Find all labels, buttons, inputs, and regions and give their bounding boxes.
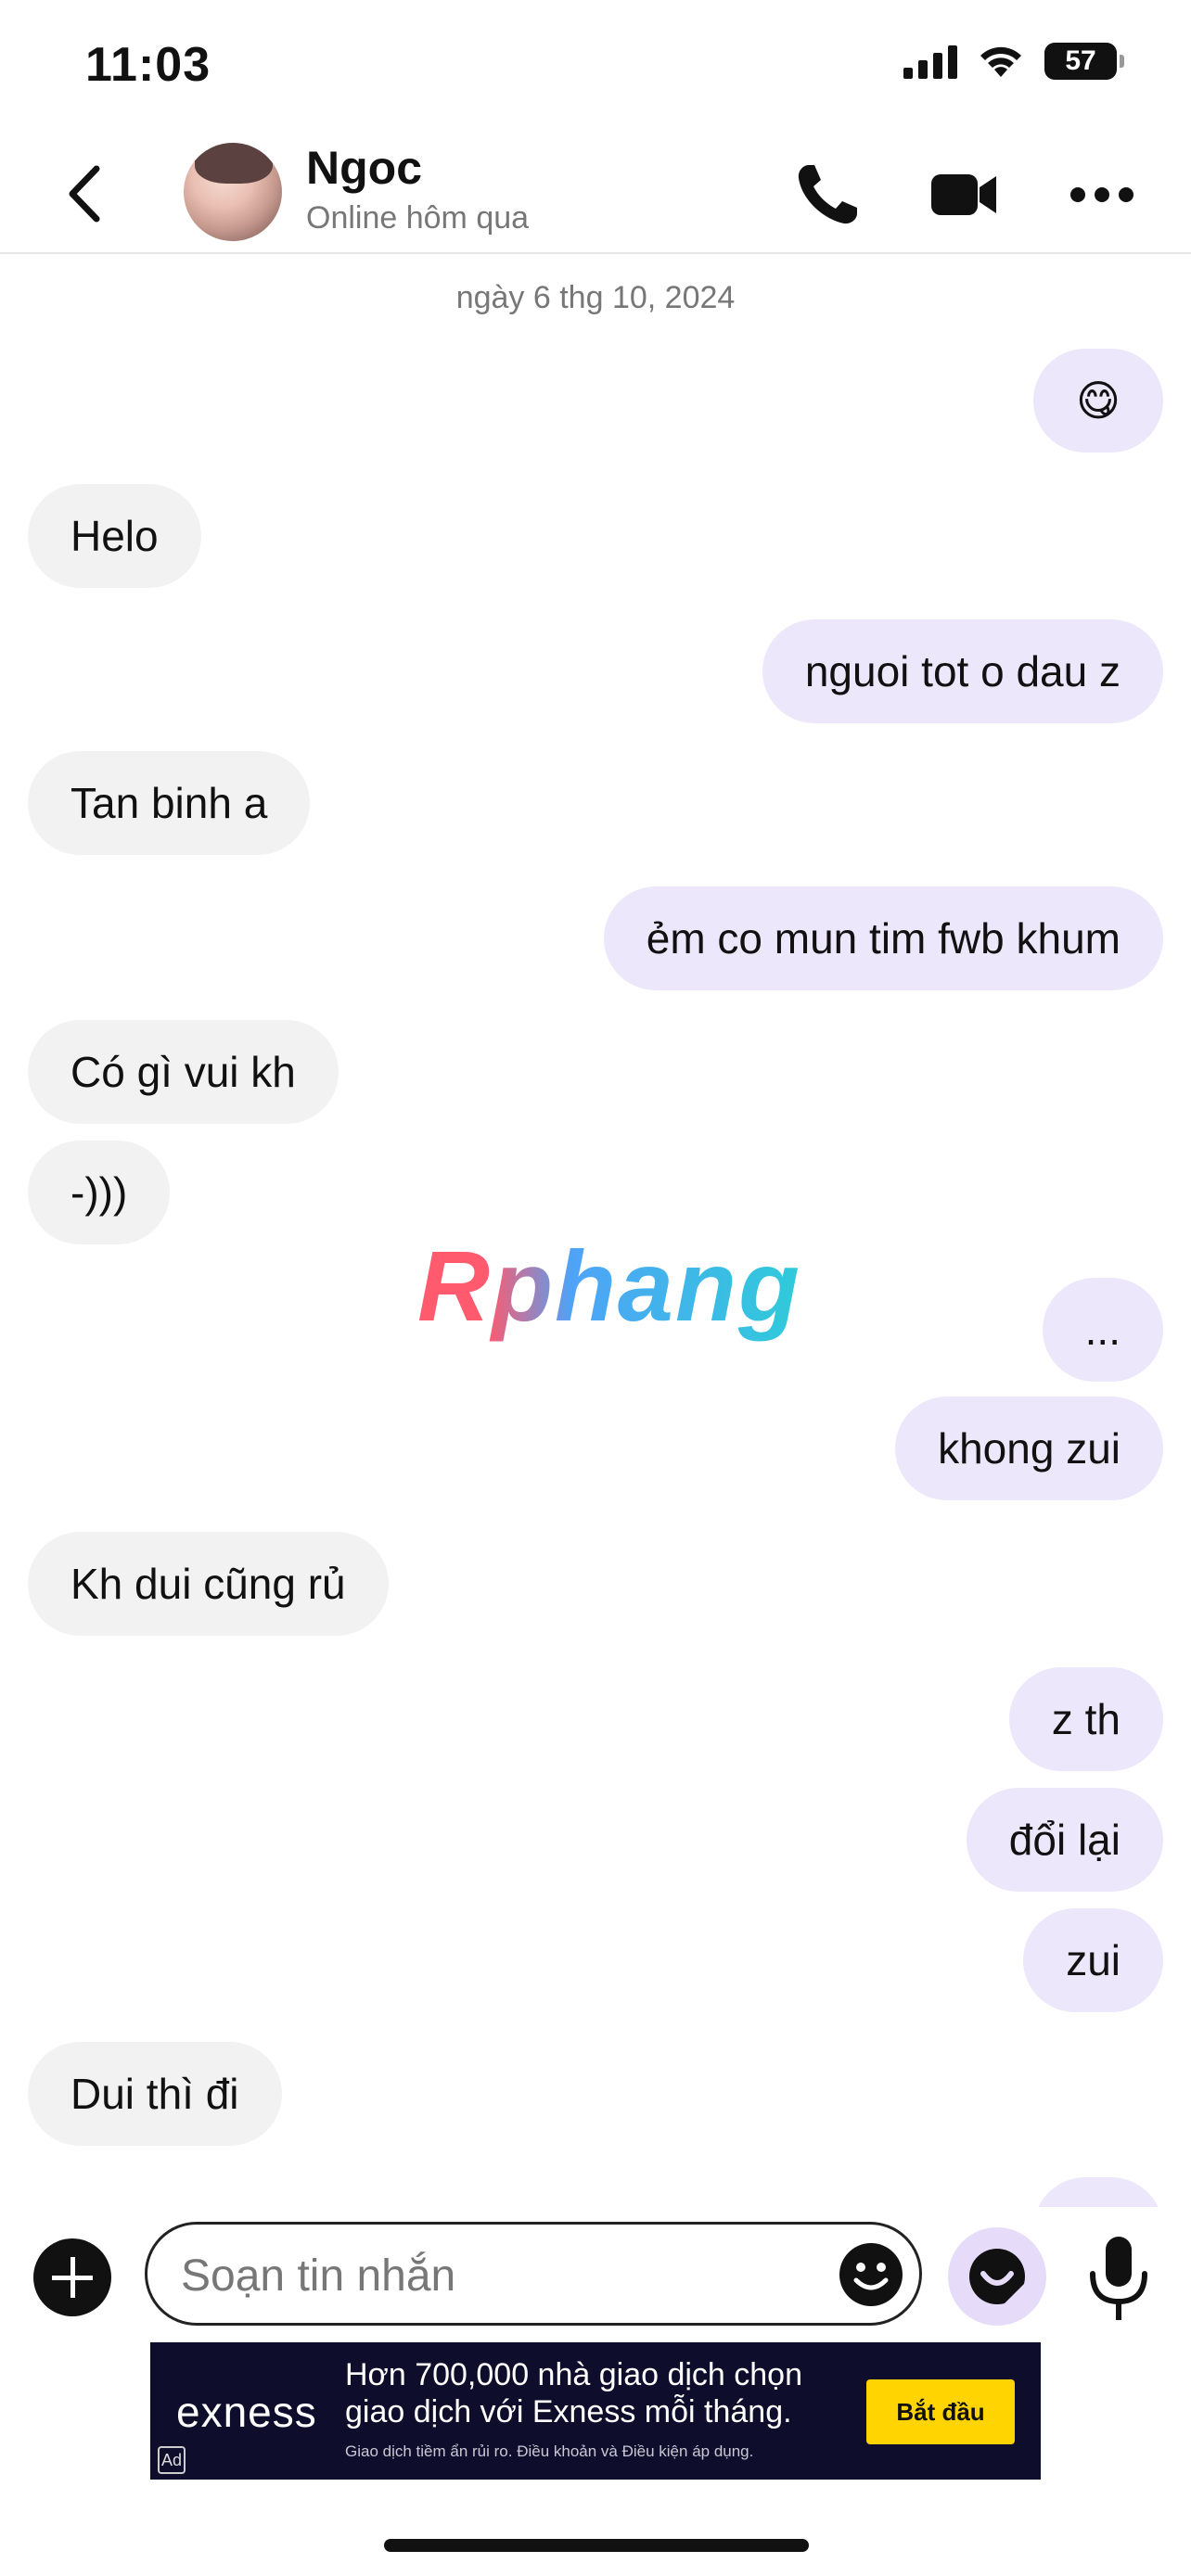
message-bubble-sent[interactable]: z th [1008,1667,1163,1771]
status-bar: 11:03 57 [0,0,1191,130]
ad-headline-line1: Hơn 700,000 nhà giao dịch chọn [345,2357,802,2392]
ad-banner[interactable]: exness Hơn 700,000 nhà giao dịch chọn gi… [150,2342,1041,2480]
message-bubble-received[interactable]: Có gì vui kh [28,1020,339,1124]
avatar[interactable] [184,143,282,241]
message-bubble-sent[interactable]: ẻm co mun tim fwb khum [603,886,1163,990]
cellular-signal-icon [903,44,957,79]
message-bubble-partial[interactable] [1033,2177,1163,2207]
message-bubble-sent[interactable]: nguoi tot o dau z [762,619,1163,723]
home-indicator[interactable] [384,2539,809,2552]
message-bubble-sent[interactable]: khong zui [895,1396,1163,1500]
ad-brand-logo: exness [176,2388,317,2436]
message-bubble-sent[interactable]: đổi lại [966,1788,1163,1892]
status-icons: 57 [903,43,1124,80]
message-bubble-sent[interactable]: 😋 [1033,349,1163,453]
message-bubble-received[interactable]: Dui thì đi [28,2042,282,2146]
message-bubble-received[interactable]: -))) [28,1141,171,1244]
status-time: 11:03 [85,38,211,92]
plus-icon[interactable] [33,2238,111,2316]
back-icon[interactable] [58,161,113,226]
date-separator: ngày 6 thg 10, 2024 [455,280,736,315]
message-bubble-sent[interactable]: zui [1023,1908,1163,2012]
video-icon[interactable] [926,158,1000,232]
emoji-icon[interactable] [838,2241,904,2308]
phone-icon[interactable] [790,158,864,232]
sticker-icon [969,2249,1025,2304]
contact-status: Online hôm qua [306,200,530,236]
message-bubble-received[interactable]: Helo [28,484,201,588]
battery-icon: 57 [1044,43,1124,80]
message-composer [0,2207,1191,2337]
wifi-icon [980,46,1021,77]
more-icon[interactable] [1065,158,1139,232]
message-bubble-sent[interactable]: ... [1042,1278,1163,1382]
message-bubble-received[interactable]: Tan binh a [28,751,311,855]
message-input[interactable] [179,2241,813,2310]
ad-cta-button[interactable]: Bắt đầu [866,2379,1015,2444]
mic-icon[interactable] [1082,2233,1156,2326]
chat-header: Ngoc Online hôm qua [0,130,1191,254]
ad-badge: Ad [158,2446,186,2474]
message-list[interactable]: ngày 6 thg 10, 2024 😋 Helo nguoi tot o d… [0,254,1191,2207]
watermark: Rphang [417,1230,801,1342]
ad-headline-line2: giao dịch với Exness mỗi tháng. [345,2394,792,2429]
message-input-container[interactable] [145,2222,922,2326]
sticker-button[interactable] [948,2227,1046,2326]
ad-disclaimer: Giao dịch tiềm ẩn rủi ro. Điều khoản và … [345,2442,754,2460]
contact-name[interactable]: Ngoc [306,141,422,195]
message-bubble-received[interactable]: Kh dui cũng rủ [28,1532,389,1636]
